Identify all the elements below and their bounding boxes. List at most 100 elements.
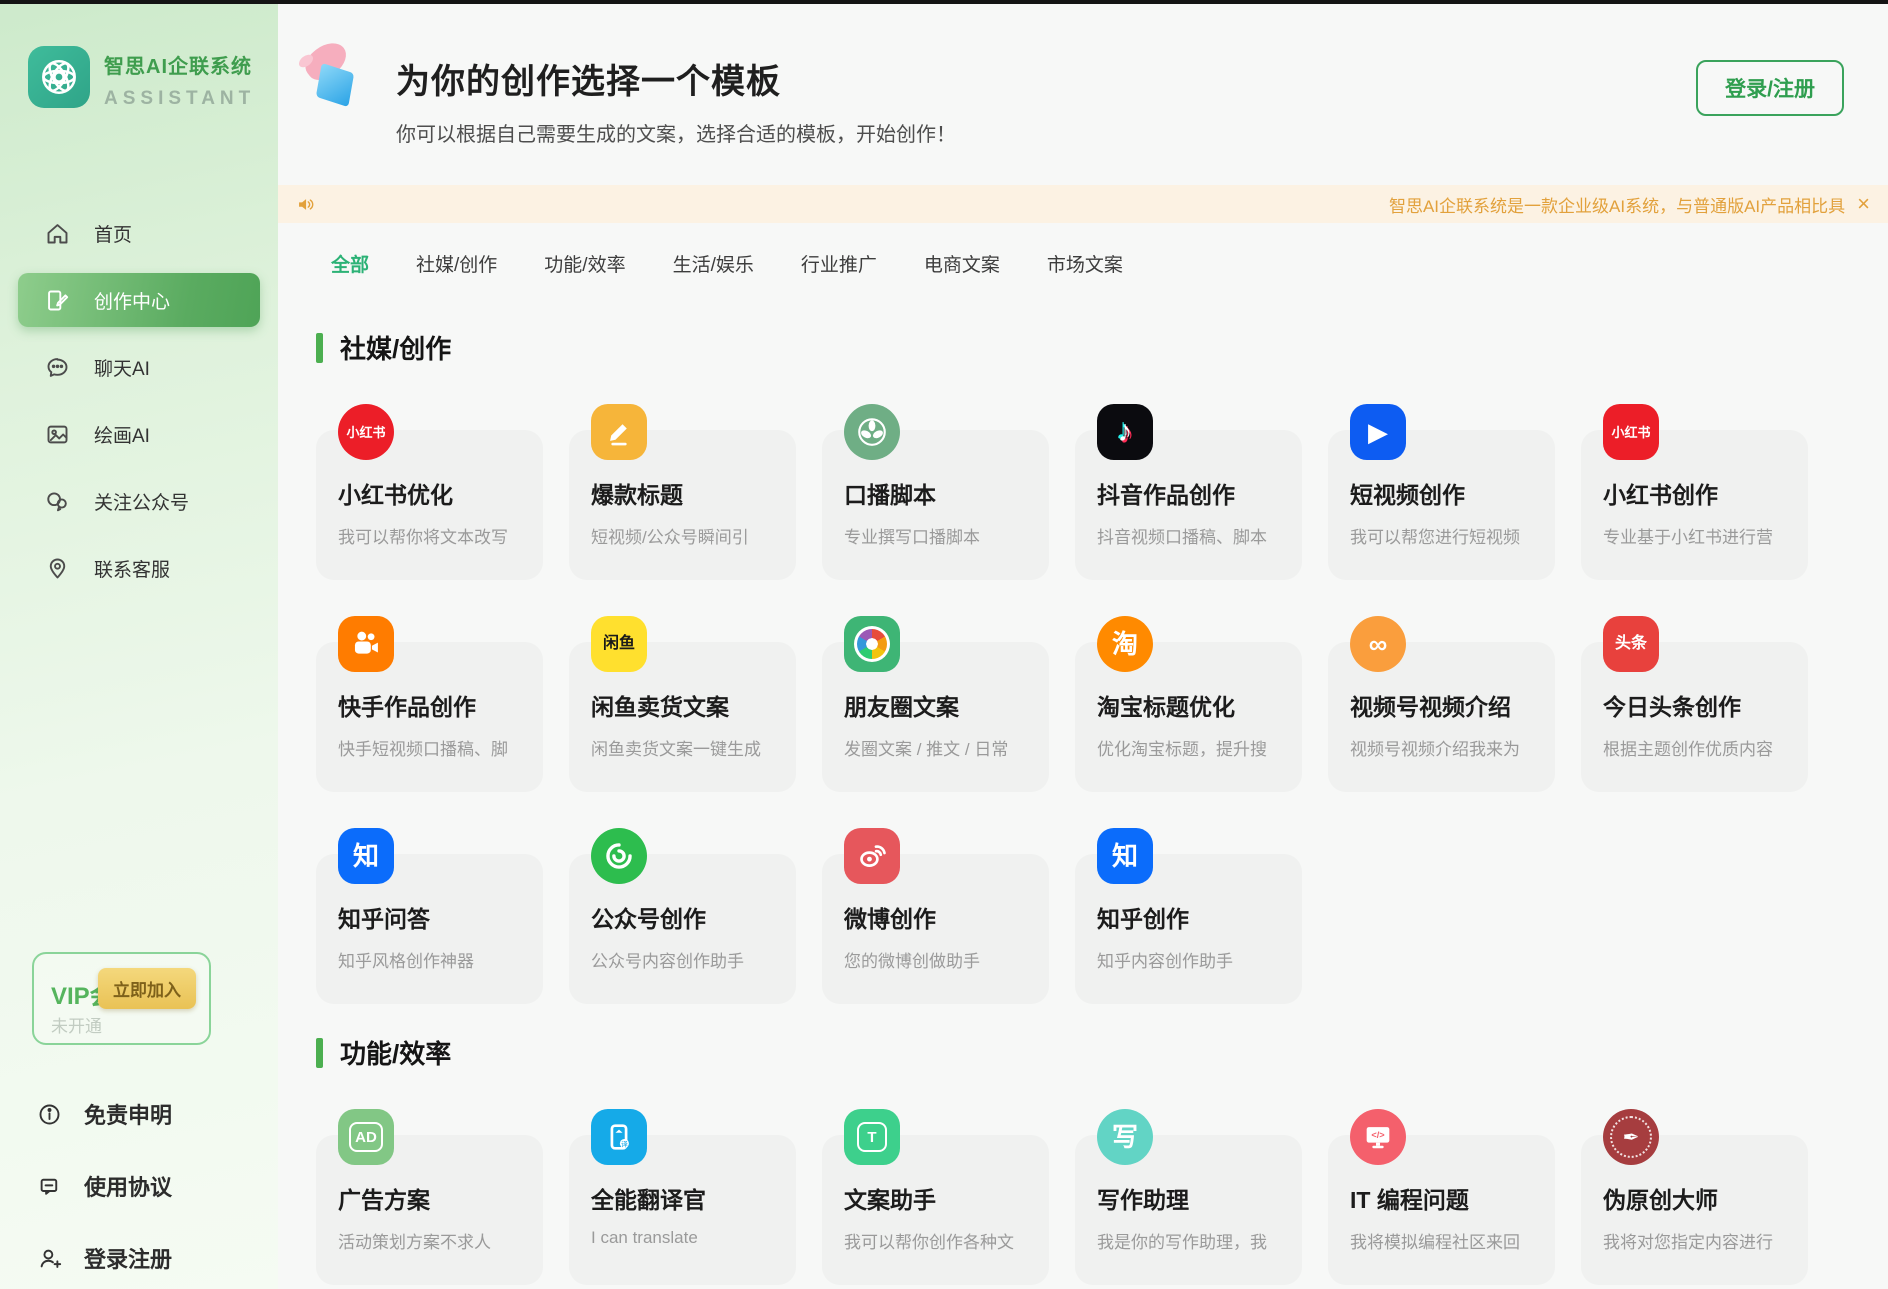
template-card[interactable]: 译 全能翻译官 I can translate: [569, 1109, 796, 1285]
template-card[interactable]: 小红书 小红书创作 专业基于小红书进行营: [1581, 404, 1808, 580]
leaf-script-icon: [844, 404, 900, 460]
card-description: 知乎内容创作助手: [1097, 952, 1233, 971]
card-description: 根据主题创作优质内容: [1603, 740, 1773, 759]
toutiao-icon: 头条: [1603, 616, 1659, 672]
taobao-icon: 淘: [1097, 616, 1153, 672]
template-section: 社媒/创作 小红书 小红书优化 我可以帮你将文本改写 爆款标题 短视频/公众号瞬…: [316, 329, 1888, 1004]
card-description: 发圈文案 / 推文 / 日常: [844, 740, 1009, 759]
announcement-bar: 智思AI企联系统是一款企业级AI系统，与普通版AI产品相比具 ×: [278, 185, 1888, 223]
template-card[interactable]: ▶ 短视频创作 我可以帮您进行短视频: [1328, 404, 1555, 580]
card-description: 专业撰写口播脚本: [844, 528, 980, 547]
card-description: 活动策划方案不求人: [338, 1233, 491, 1252]
template-card[interactable]: AD 广告方案 活动策划方案不求人: [316, 1109, 543, 1285]
pen-deco-icon: [296, 35, 356, 116]
template-card[interactable]: 小红书 小红书优化 我可以帮你将文本改写: [316, 404, 543, 580]
channels-icon: ∞: [1350, 616, 1406, 672]
sidebar-item-login-register[interactable]: 登录注册: [36, 1242, 172, 1274]
app-title: 智思AI企联系统: [104, 56, 252, 78]
app-logo: 智思AI企联系统 ASSISTANT: [0, 0, 278, 110]
card-description: 优化淘宝标题，提升搜: [1097, 740, 1267, 759]
template-card[interactable]: </> IT 编程问题 我将模拟编程社区来回: [1328, 1109, 1555, 1285]
sidebar-item-terms[interactable]: 使用协议: [36, 1170, 172, 1202]
card-description: 短视频/公众号瞬间引: [591, 528, 749, 547]
sidebar-item-follow-official-account[interactable]: 关注公众号: [18, 474, 260, 528]
tab-市场文案[interactable]: 市场文案: [1047, 250, 1123, 277]
template-card[interactable]: ♪ 抖音作品创作 抖音视频口播稿、脚本: [1075, 404, 1302, 580]
sidebar-item-label: 创作中心: [94, 291, 171, 313]
template-card[interactable]: 头条 今日头条创作 根据主题创作优质内容: [1581, 616, 1808, 792]
card-description: 抖音视频口播稿、脚本: [1097, 528, 1267, 547]
template-card[interactable]: 公众号创作 公众号内容创作助手: [569, 828, 796, 1004]
tab-功能/效率[interactable]: 功能/效率: [544, 250, 625, 277]
vip-card: VIP会 立即加入 未开通: [32, 952, 211, 1045]
app-subtitle: ASSISTANT: [104, 88, 256, 109]
sidebar-item-creation-center[interactable]: 创作中心: [18, 273, 260, 327]
svg-text:</>: </>: [1371, 1130, 1384, 1140]
zhihu-icon: 知: [1097, 828, 1153, 884]
close-icon[interactable]: ×: [1857, 193, 1870, 215]
play-icon: ▶: [1350, 404, 1406, 460]
card-description: I can translate: [591, 1228, 698, 1247]
card-description: 知乎风格创作神器: [338, 952, 474, 971]
template-card[interactable]: 朋友圈文案 发圈文案 / 推文 / 日常: [822, 616, 1049, 792]
sidebar-item-home[interactable]: 首页: [18, 206, 260, 260]
template-card[interactable]: 知 知乎问答 知乎风格创作神器: [316, 828, 543, 1004]
template-card[interactable]: 闲鱼 闲鱼卖货文案 闲鱼卖货文案一键生成: [569, 616, 796, 792]
template-card[interactable]: 快手作品创作 快手短视频口播稿、脚: [316, 616, 543, 792]
template-card[interactable]: 微博创作 您的微博创做助手: [822, 828, 1049, 1004]
template-card[interactable]: ✒ 伪原创大师 我将对您指定内容进行: [1581, 1109, 1808, 1285]
xiaohongshu-icon: 小红书: [338, 404, 394, 460]
info-icon: [36, 1101, 63, 1128]
login-register-button[interactable]: 登录/注册: [1696, 60, 1844, 116]
speaker-icon: [296, 194, 317, 215]
template-card[interactable]: 爆款标题 短视频/公众号瞬间引: [569, 404, 796, 580]
sidebar-footer-label: 使用协议: [84, 1175, 173, 1200]
image-icon: [44, 421, 71, 448]
code-monitor-icon: </>: [1350, 1109, 1406, 1165]
card-description: 我将模拟编程社区来回: [1350, 1233, 1520, 1252]
card-description: 专业基于小红书进行营: [1603, 528, 1773, 547]
template-card[interactable]: ∞ 视频号视频介绍 视频号视频介绍我来为: [1328, 616, 1555, 792]
tab-电商文案[interactable]: 电商文案: [924, 250, 1000, 277]
card-grid: AD 广告方案 活动策划方案不求人 译 全能翻译官 I can translat…: [316, 1109, 1888, 1285]
vip-join-button[interactable]: 立即加入: [98, 968, 196, 1009]
sidebar-item-label: 聊天AI: [94, 358, 150, 380]
sidebar-footer-label: 登录注册: [84, 1247, 173, 1272]
pencil-icon: [591, 404, 647, 460]
template-card[interactable]: 知 知乎创作 知乎内容创作助手: [1075, 828, 1302, 1004]
sidebar-item-disclaimer[interactable]: 免责申明: [36, 1098, 172, 1130]
tab-生活/娱乐[interactable]: 生活/娱乐: [673, 250, 754, 277]
zhihu-icon: 知: [338, 828, 394, 884]
card-description: 视频号视频介绍我来为: [1350, 740, 1520, 759]
card-description: 公众号内容创作助手: [591, 952, 744, 971]
card-description: 我可以帮你创作各种文: [844, 1233, 1014, 1252]
kuaishou-icon: [338, 616, 394, 672]
template-section: 功能/效率 AD 广告方案 活动策划方案不求人 译 全能翻译官 I can tr…: [316, 1034, 1888, 1285]
sidebar-item-drawing-ai[interactable]: 绘画AI: [18, 407, 260, 461]
agreement-icon: [36, 1173, 63, 1200]
tab-全部[interactable]: 全部: [331, 250, 369, 277]
page-subtitle: 你可以根据自己需要生成的文案，选择合适的模板，开始创作！: [396, 124, 956, 146]
template-card[interactable]: 淘 淘宝标题优化 优化淘宝标题，提升搜: [1075, 616, 1302, 792]
sidebar-item-contact-support[interactable]: 联系客服: [18, 541, 260, 595]
template-card[interactable]: 写 写作助理 我是你的写作助理，我: [1075, 1109, 1302, 1285]
moments-aperture-icon: [844, 616, 900, 672]
sidebar-item-label: 联系客服: [94, 559, 171, 581]
section-accent-bar: [316, 1037, 323, 1068]
window-top-edge: [0, 0, 1888, 4]
ad-badge-icon: AD: [338, 1109, 394, 1165]
template-card[interactable]: 口播脚本 专业撰写口播脚本: [822, 404, 1049, 580]
user-add-icon: [36, 1245, 63, 1272]
sidebar-item-label: 首页: [94, 224, 133, 246]
edit-icon: [44, 287, 71, 314]
section-accent-bar: [316, 332, 323, 363]
category-tabs: 全部 社媒/创作 功能/效率 生活/娱乐 行业推广 电商文案 市场文案: [331, 250, 1888, 277]
sidebar-item-chat-ai[interactable]: 聊天AI: [18, 340, 260, 394]
template-card[interactable]: T 文案助手 我可以帮你创作各种文: [822, 1109, 1049, 1285]
tab-行业推广[interactable]: 行业推广: [801, 250, 877, 277]
weibo-icon: [844, 828, 900, 884]
xiaohongshu-icon: 小红书: [1603, 404, 1659, 460]
card-description: 我将对您指定内容进行: [1603, 1233, 1773, 1252]
tab-社媒/创作[interactable]: 社媒/创作: [416, 250, 497, 277]
sidebar-item-label: 绘画AI: [94, 425, 150, 447]
